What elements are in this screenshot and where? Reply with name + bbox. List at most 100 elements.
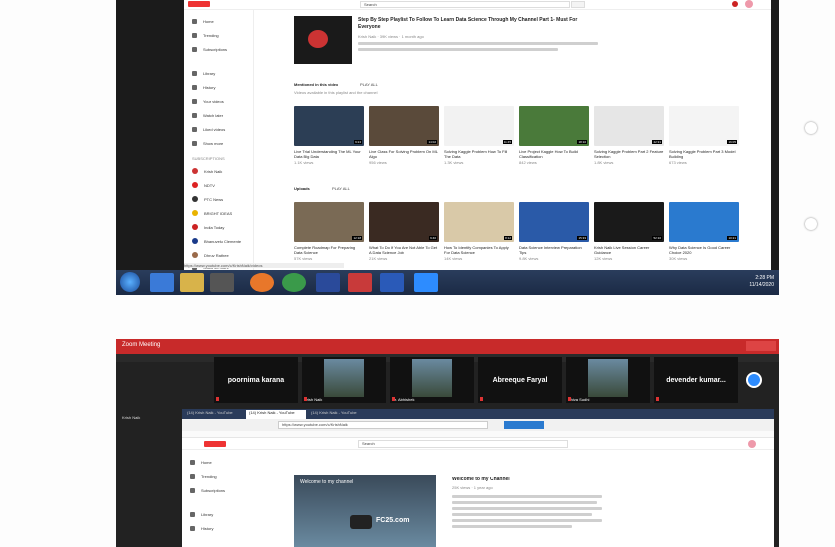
- zoom-icon[interactable]: [414, 273, 438, 292]
- video-meta: 1.3K views: [444, 160, 464, 165]
- sub-item[interactable]: Dhruv Rathee: [192, 250, 229, 260]
- participant-video: [588, 359, 628, 397]
- video-title[interactable]: Data Science Interview Preparation Tips: [519, 245, 589, 255]
- chrome-icon[interactable]: [282, 273, 306, 292]
- zoom-title: Zoom Meeting: [122, 342, 161, 348]
- featured-thumbnail[interactable]: [294, 16, 352, 64]
- section-title: Mentioned in this video: [294, 82, 339, 87]
- video-thumbnail[interactable]: 11:45: [444, 106, 514, 146]
- channel-avatar: [192, 168, 198, 174]
- participant-tile[interactable]: Abreeque Faryal: [478, 357, 562, 403]
- media-player-icon[interactable]: [210, 273, 234, 292]
- sidebar-item-your-videos[interactable]: Your videos: [192, 96, 224, 106]
- sub-item[interactable]: BRIGHT IDEAS: [192, 208, 232, 218]
- channel-avatar: [192, 210, 198, 216]
- sub-item[interactable]: Bhanuvelu Clemente: [192, 236, 241, 246]
- search-button[interactable]: [571, 1, 585, 8]
- browser-tab[interactable]: (14) Krish Naik - YouTube: [184, 410, 244, 419]
- search-input[interactable]: Search: [358, 440, 568, 448]
- welcome-video-player[interactable]: Welcome to my channel FC25.com: [294, 475, 436, 547]
- app-icon[interactable]: [316, 273, 340, 292]
- windows-taskbar: 2:28 PM 11/14/2020: [116, 270, 779, 295]
- sidebar-item-subscriptions[interactable]: Subscriptions: [192, 44, 227, 54]
- sidebar-item-library[interactable]: Library: [192, 68, 215, 78]
- video-meta: 21K views: [369, 256, 388, 261]
- video-title[interactable]: Live Project Kaggle How To Build Classif…: [519, 149, 589, 159]
- search-input[interactable]: Search: [360, 1, 570, 8]
- video-title[interactable]: Solving Kaggle Problem How To Fill The D…: [444, 149, 514, 159]
- video-title[interactable]: Krish Naik Live Session Career Guidance: [594, 245, 664, 255]
- participant-tile[interactable]: Dr. Abhishek: [390, 357, 474, 403]
- powerpoint-icon[interactable]: [348, 273, 372, 292]
- notifications-icon[interactable]: [732, 1, 738, 7]
- video-thumbnail[interactable]: 22:31: [594, 106, 664, 146]
- sidebar-item-home[interactable]: Home: [192, 16, 214, 26]
- sidebar-item-trending[interactable]: Trending: [190, 471, 217, 481]
- video-duration: 10:21: [727, 236, 737, 240]
- video-title[interactable]: Live Class For Solving Problem On ML Alg…: [369, 149, 439, 159]
- video-title[interactable]: How To Identify Companies To Apply For D…: [444, 245, 514, 255]
- video-title[interactable]: Solving Kaggle Problem Part 2 Feature Se…: [594, 149, 664, 159]
- play-icon[interactable]: [350, 515, 372, 529]
- video-thumbnail[interactable]: 8:12: [444, 202, 514, 242]
- address-bar[interactable]: https://www.youtube.com/c/KrishNaik: [278, 421, 488, 429]
- system-clock[interactable]: 2:28 PM 11/14/2020: [726, 275, 774, 289]
- sidebar-item-subscriptions[interactable]: Subscriptions: [190, 485, 225, 495]
- video-title[interactable]: Complete Roadmap For Preparing Data Scie…: [294, 245, 364, 255]
- firefox-icon[interactable]: [250, 273, 274, 292]
- participant-tile[interactable]: Krish Naik: [302, 357, 386, 403]
- sub-item[interactable]: PTC News: [192, 194, 223, 204]
- browser-tab[interactable]: (14) Krish Naik - YouTube: [308, 410, 368, 419]
- video-title[interactable]: What To Do If You Are Not Able To Get A …: [369, 245, 439, 255]
- participant-tile[interactable]: Shiva Sudhi: [566, 357, 650, 403]
- play-all-button[interactable]: PLAY ALL: [360, 82, 378, 87]
- participant-name: poornima karana: [227, 376, 285, 384]
- sidebar-item-liked-videos[interactable]: Liked videos: [192, 124, 225, 134]
- sidebar-item-watch-later[interactable]: Watch later: [192, 110, 223, 120]
- youtube-logo[interactable]: [204, 441, 226, 447]
- featured-title[interactable]: Step By Step Playlist To Follow To Learn…: [358, 17, 578, 31]
- sidebar-item-trending[interactable]: Trending: [192, 30, 219, 40]
- avatar[interactable]: [748, 440, 756, 448]
- sidebar: Home Trending Subscriptions Library Hist…: [184, 10, 254, 270]
- video-title[interactable]: Live Trial Understanding The ML Your Dat…: [294, 149, 364, 159]
- sidebar-item-home[interactable]: Home: [190, 457, 212, 467]
- window-controls[interactable]: [746, 341, 776, 351]
- video-thumbnail[interactable]: 12:18: [294, 202, 364, 242]
- welcome-title[interactable]: Welcome to my Channel: [452, 477, 510, 482]
- sub-item[interactable]: NDTV: [192, 180, 215, 190]
- word-icon[interactable]: [380, 273, 404, 292]
- video-thumbnail[interactable]: 15:33: [519, 202, 589, 242]
- video-thumbnail[interactable]: 9:40: [369, 202, 439, 242]
- youtube-logo[interactable]: [188, 1, 210, 7]
- video-thumbnail[interactable]: 16:05: [669, 106, 739, 146]
- sub-item[interactable]: Krish Naik: [192, 166, 222, 176]
- sidebar-item-show-more[interactable]: Show more: [192, 138, 223, 148]
- participant-tile[interactable]: poornima karana: [214, 357, 298, 403]
- video-title[interactable]: Solving Kaggle Problem Part 3 Model Buil…: [669, 149, 739, 159]
- sub-item[interactable]: India Today: [192, 222, 224, 232]
- participant-tile[interactable]: devender kumar...: [654, 357, 738, 403]
- internet-explorer-icon[interactable]: [150, 273, 174, 292]
- video-title[interactable]: Why Data Science Is Good Career Choice 2…: [669, 245, 739, 255]
- row-next-button[interactable]: [805, 218, 817, 230]
- sidebar-item-history[interactable]: History: [192, 82, 215, 92]
- extension-button[interactable]: [504, 421, 544, 429]
- play-all-button[interactable]: PLAY ALL: [332, 186, 350, 191]
- channel-avatar: [192, 252, 198, 258]
- file-explorer-icon[interactable]: [180, 273, 204, 292]
- video-thumbnail[interactable]: 52:10: [594, 202, 664, 242]
- video-thumbnail[interactable]: 10:21: [669, 202, 739, 242]
- video-thumbnail[interactable]: 9:24: [294, 106, 364, 146]
- avatar[interactable]: [745, 0, 753, 8]
- next-participants-button[interactable]: [746, 372, 762, 388]
- video-thumbnail[interactable]: 14:02: [369, 106, 439, 146]
- sidebar-item-history[interactable]: History: [190, 523, 213, 533]
- video-thumbnail[interactable]: 18:10: [519, 106, 589, 146]
- channel-avatar: [192, 182, 198, 188]
- sidebar-item-library[interactable]: Library: [190, 509, 213, 519]
- home-icon: [192, 18, 197, 24]
- row-next-button[interactable]: [805, 122, 817, 134]
- start-button[interactable]: [120, 272, 140, 292]
- browser-tab[interactable]: (14) Krish Naik - YouTube: [246, 410, 306, 419]
